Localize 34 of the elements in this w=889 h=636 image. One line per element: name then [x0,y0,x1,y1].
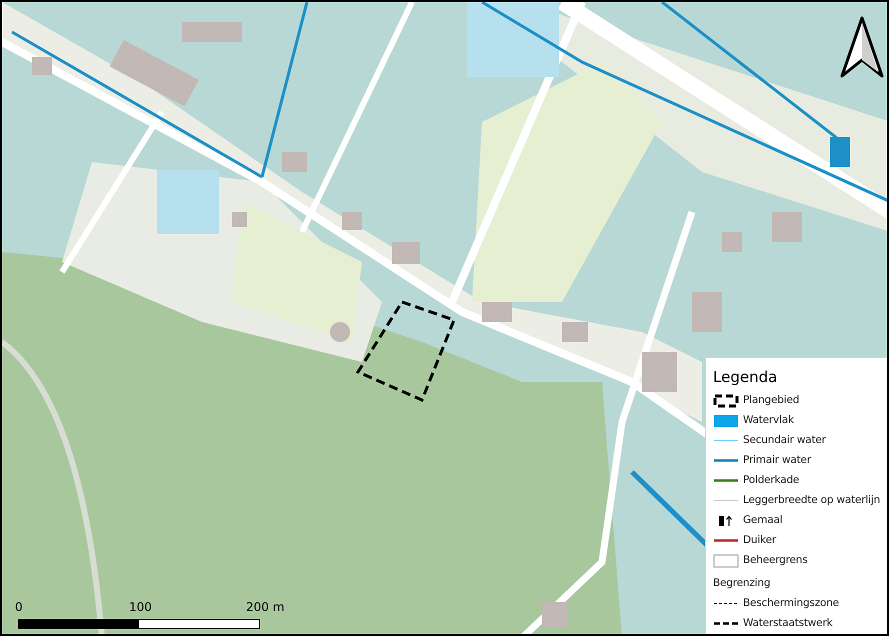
building [642,352,677,392]
legend-label: Leggerbreedte op waterlijn [743,493,880,508]
north-arrow-icon [840,16,884,78]
pond [157,170,219,234]
scale-label: 100 [129,599,152,616]
dashed-line-icon [713,602,739,605]
legend-label: Primair water [743,453,811,468]
legend-label: Watervlak [743,413,794,428]
building [232,212,247,227]
legend-label: Duiker [743,533,776,548]
legend-label: Polderkade [743,473,800,488]
storage-tank [330,322,350,342]
legend-heading: Begrenzing [713,576,770,591]
water-surface [830,137,850,167]
scale-label: 0 [15,599,23,616]
dashed-line-icon [713,622,739,625]
legend-label: Waterstaatstwerk [743,616,832,631]
building [772,212,802,242]
dashed-box-icon [713,394,739,408]
box-outline-icon [713,554,739,568]
legend-label: Gemaal [743,513,782,528]
building [542,602,567,627]
building [562,322,588,342]
building [722,232,742,252]
legend-label: Plangebied [743,393,800,408]
building [392,242,420,264]
building [482,302,512,322]
scale-label: 200 m [246,599,284,616]
legend-title: Legenda [713,367,778,387]
legend-label: Secundair water [743,433,826,448]
legend-label: Beschermingszone [743,596,839,611]
building [692,292,722,332]
legend-label: Beheergrens [743,553,808,568]
building [342,212,362,230]
